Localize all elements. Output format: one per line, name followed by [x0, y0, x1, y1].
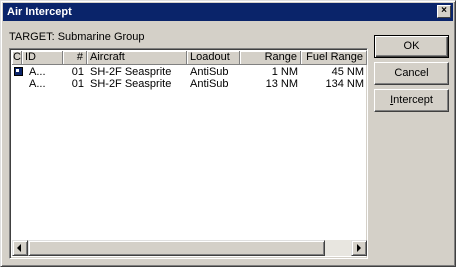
close-icon: ×	[441, 5, 447, 16]
column-header-number[interactable]: #	[63, 51, 87, 65]
column-header-aircraft[interactable]: Aircraft	[87, 51, 187, 65]
cell-range: 13 NM	[265, 78, 298, 90]
table-row[interactable]: A... 01 SH-2F Seasprite AntiSub 13 NM 13…	[12, 78, 367, 90]
horizontal-scrollbar[interactable]	[12, 240, 367, 256]
cell-id: A...	[29, 66, 46, 78]
window-title: Air Intercept	[7, 6, 72, 18]
cell-fuel-range: 134 NM	[325, 78, 364, 90]
cancel-button[interactable]: Cancel	[374, 62, 449, 85]
cell-aircraft: SH-2F Seasprite	[90, 66, 172, 78]
close-button[interactable]: ×	[437, 5, 451, 18]
intercept-label-rest: ntercept	[393, 94, 433, 106]
column-header-range[interactable]: Range	[240, 51, 301, 65]
cell-aircraft: SH-2F Seasprite	[90, 78, 172, 90]
cell-id: A...	[29, 78, 46, 90]
column-header-c[interactable]: C	[12, 51, 22, 65]
scroll-thumb[interactable]	[28, 240, 325, 256]
column-header-id[interactable]: ID	[22, 51, 63, 65]
target-label: TARGET: Submarine Group	[9, 31, 145, 43]
title-bar[interactable]: Air Intercept ×	[3, 3, 453, 21]
scroll-right-button[interactable]	[351, 240, 367, 256]
column-header-fuel-range[interactable]: Fuel Range	[301, 51, 367, 65]
cell-fuel-range: 45 NM	[331, 66, 364, 78]
selected-flag-icon	[14, 67, 23, 76]
aircraft-list[interactable]: C ID # Aircraft Loadout Range Fuel Range…	[9, 48, 368, 259]
arrow-left-icon	[17, 244, 21, 252]
table-row[interactable]: A... 01 SH-2F Seasprite AntiSub 1 NM 45 …	[12, 66, 367, 78]
cell-number: 01	[71, 78, 84, 90]
scroll-left-button[interactable]	[12, 240, 28, 256]
cell-loadout: AntiSub	[190, 78, 229, 90]
arrow-right-icon	[357, 244, 361, 252]
ok-button[interactable]: OK	[374, 35, 449, 58]
cell-range: 1 NM	[271, 66, 298, 78]
column-header-loadout[interactable]: Loadout	[187, 51, 240, 65]
cell-number: 01	[71, 66, 84, 78]
list-header: C ID # Aircraft Loadout Range Fuel Range	[12, 51, 367, 65]
air-intercept-dialog: Air Intercept × TARGET: Submarine Group …	[0, 0, 456, 267]
cell-loadout: AntiSub	[190, 66, 229, 78]
intercept-button[interactable]: Intercept	[374, 89, 449, 112]
